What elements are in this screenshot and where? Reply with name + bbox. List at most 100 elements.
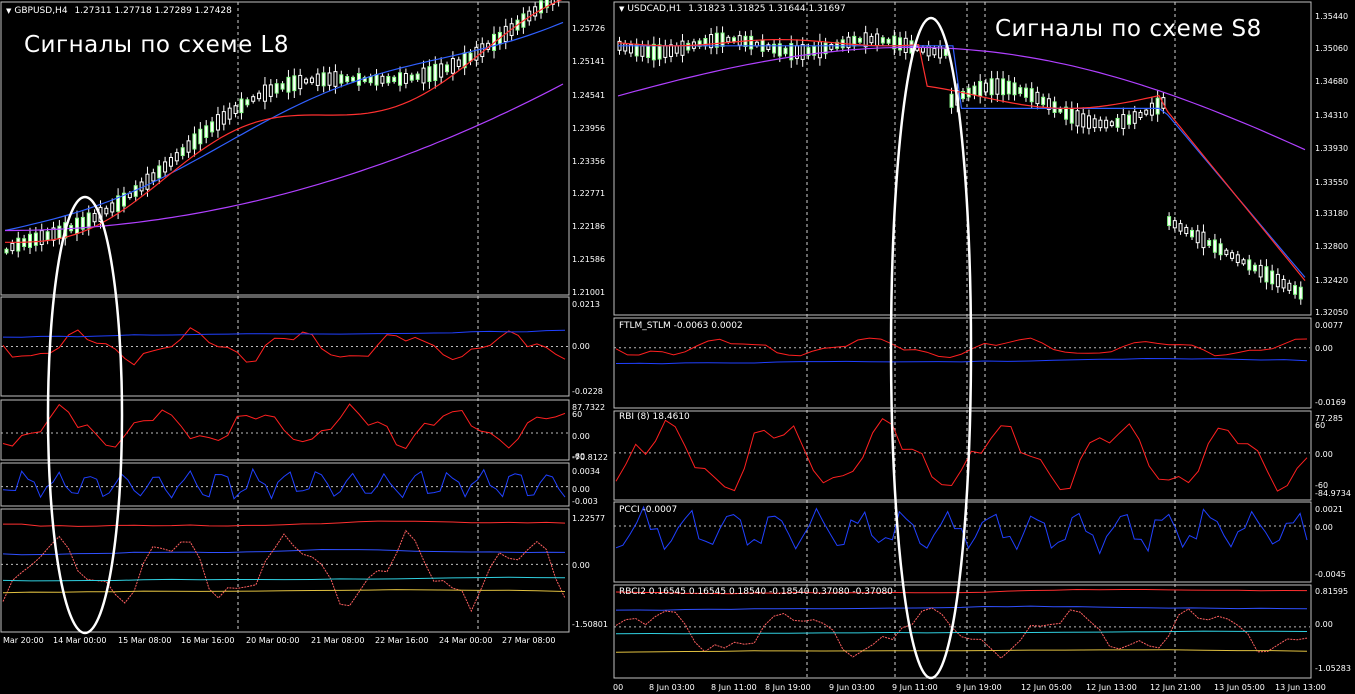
- panel-frame: [0, 508, 570, 633]
- axis-tick-label: 1.22577: [572, 514, 606, 523]
- candle-body: [1287, 282, 1292, 291]
- candle-body: [663, 45, 668, 58]
- candle-body: [1155, 97, 1160, 115]
- right-chart-window[interactable]: ▼ USDCAD,H1 1.31823 1.31825 1.31644 1.316…: [613, 0, 1355, 694]
- axis-tick-label: 1.21001: [572, 288, 606, 297]
- candle-body: [345, 76, 350, 83]
- candle-body: [978, 80, 983, 97]
- axis-tick-label: 0.0021: [1315, 505, 1343, 514]
- indicator-line: [615, 630, 1308, 635]
- candle-body: [1144, 109, 1149, 115]
- candle-body: [151, 172, 156, 182]
- candle-body: [386, 76, 391, 84]
- indicator-line: [615, 418, 1308, 492]
- axis-tick-label: 1.24541: [572, 91, 606, 100]
- candle-body: [1041, 96, 1046, 106]
- candle-body: [4, 248, 9, 254]
- axis-tick-label: -0.0045: [1315, 570, 1346, 579]
- indicator-line: [615, 357, 1308, 365]
- candle-body: [415, 73, 420, 80]
- panel-frame: [0, 399, 570, 461]
- candle-body: [533, 6, 538, 17]
- candle-body: [1006, 80, 1011, 95]
- candle-body: [163, 161, 168, 173]
- candle-body: [298, 74, 303, 90]
- candle-body: [215, 114, 220, 131]
- time-tick-label: 00: [613, 683, 624, 692]
- indicator-line: [2, 403, 566, 450]
- time-tick-label: 8 Jun 11:00: [711, 683, 757, 692]
- candle-body: [456, 59, 461, 68]
- candle-body: [1258, 264, 1263, 278]
- candle-body: [1241, 259, 1246, 265]
- candle-body: [33, 232, 38, 246]
- candle-body: [1252, 264, 1257, 272]
- dropdown-arrow-icon[interactable]: ▼: [619, 5, 624, 13]
- axis-tick-label: 1.34310: [1315, 111, 1349, 120]
- candle-body: [427, 66, 432, 82]
- candle-body: [421, 67, 426, 84]
- candle-body: [204, 125, 209, 138]
- candle-body: [1012, 82, 1017, 96]
- axis-tick-label: 0.00: [1315, 523, 1333, 532]
- axis-tick-label: 0.00: [1315, 620, 1333, 629]
- candle-body: [983, 82, 988, 93]
- candle-body: [1195, 230, 1200, 244]
- time-tick-label: 9 Jun 03:00: [829, 683, 875, 692]
- candle-body: [720, 32, 725, 47]
- time-tick-label: 12 Jun 05:00: [1021, 683, 1072, 692]
- time-tick-label: 13 Jun 05:00: [1214, 683, 1265, 692]
- dropdown-arrow-icon[interactable]: ▼: [6, 7, 11, 15]
- candle-body: [1235, 254, 1240, 264]
- indicator-line: [2, 529, 566, 613]
- candle-body: [669, 44, 674, 57]
- candle-body: [1247, 259, 1252, 271]
- candle-body: [880, 37, 885, 44]
- candle-body: [57, 225, 62, 239]
- left-chart-canvas[interactable]: [0, 0, 611, 694]
- right-ind4-label: RBCI2 0.16545 0.16545 0.18540 -0.18540 0…: [619, 587, 893, 597]
- candle-body: [1270, 270, 1275, 285]
- axis-tick-label: 0.00: [572, 561, 590, 570]
- candle-body: [351, 76, 356, 82]
- right-ind2-label: RBI (8) 18.4610: [619, 412, 690, 422]
- candle-body: [949, 93, 954, 108]
- panel-frame: [613, 410, 1312, 501]
- candle-body: [966, 87, 971, 98]
- candle-body: [180, 147, 185, 157]
- candle-body: [327, 72, 332, 86]
- axis-tick-label: 1.32050: [1315, 308, 1349, 317]
- candle-body: [92, 212, 97, 223]
- candle-body: [1029, 88, 1034, 103]
- left-chart-window[interactable]: ▼ GBPUSD,H4 1.27311 1.27718 1.27289 1.274…: [0, 0, 611, 694]
- candle-body: [989, 78, 994, 96]
- candle-body: [1035, 91, 1040, 105]
- candle-body: [732, 37, 736, 43]
- candle-body: [274, 83, 279, 94]
- candle-body: [920, 46, 925, 53]
- indicator-line: [2, 329, 566, 338]
- candle-body: [714, 32, 719, 48]
- axis-tick-label: 0.0034: [572, 467, 600, 476]
- left-symbol-header: ▼ GBPUSD,H4 1.27311 1.27718 1.27289 1.274…: [6, 6, 232, 16]
- candle-body: [233, 105, 238, 115]
- candle-body: [262, 84, 267, 102]
- candle-body: [892, 35, 897, 50]
- candle-body: [104, 207, 109, 215]
- candle-body: [1018, 87, 1023, 95]
- candle-body: [726, 36, 731, 43]
- candle-body: [800, 44, 805, 60]
- candle-body: [227, 107, 232, 120]
- candle-body: [1132, 111, 1137, 124]
- candle-body: [875, 33, 880, 47]
- time-tick-label: 27 Mar 08:00: [502, 636, 556, 645]
- candle-body: [198, 128, 203, 145]
- candle-body: [783, 47, 788, 55]
- candle-body: [210, 121, 215, 133]
- axis-tick-label: 1.22186: [572, 222, 606, 231]
- axis-tick-label: 1.32420: [1315, 276, 1349, 285]
- candle-body: [1167, 216, 1172, 227]
- axis-tick-label: 0.00: [572, 432, 590, 441]
- candle-body: [409, 74, 414, 81]
- candle-body: [45, 231, 50, 241]
